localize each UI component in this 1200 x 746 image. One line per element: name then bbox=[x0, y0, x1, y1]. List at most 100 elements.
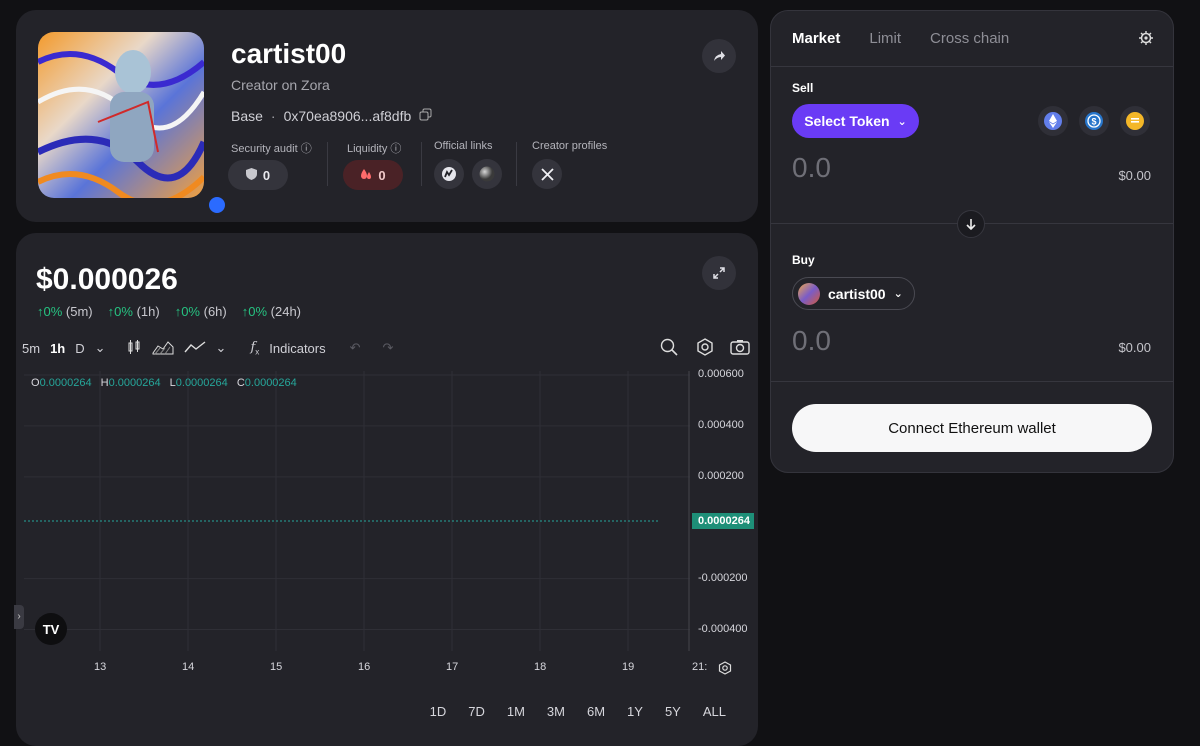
website-link-button[interactable] bbox=[434, 159, 464, 189]
copy-icon[interactable] bbox=[419, 108, 432, 124]
info-icon: ⓘ bbox=[390, 143, 402, 155]
eth-icon[interactable] bbox=[1038, 106, 1068, 136]
select-token-label: Select Token bbox=[804, 113, 890, 129]
liquidity-pill[interactable]: 0 bbox=[343, 160, 403, 190]
range-3m[interactable]: 3M bbox=[547, 704, 565, 719]
divider bbox=[771, 66, 1173, 67]
candles-icon[interactable] bbox=[126, 339, 142, 358]
security-audit-label: Security audit ⓘ bbox=[231, 143, 312, 155]
ohlc-close-value: 0.0000264 bbox=[244, 377, 297, 389]
sidebar-toggle-handle[interactable]: › bbox=[14, 605, 24, 629]
shield-icon bbox=[245, 167, 257, 183]
range-all[interactable]: ALL bbox=[703, 704, 726, 719]
share-icon bbox=[714, 51, 725, 61]
range-7d[interactable]: 7D bbox=[468, 704, 485, 719]
zora-orb-icon bbox=[479, 166, 495, 182]
buy-label: Buy bbox=[792, 253, 815, 267]
price-axis[interactable]: 0.000600 0.000400 0.000200 -0.000200 -0.0004… bbox=[692, 368, 758, 651]
droplets-icon bbox=[360, 168, 372, 183]
buy-token-selector[interactable]: cartist00 ⌄ bbox=[792, 277, 915, 310]
swap-panel: Market Limit Cross chain Sell Select Tok… bbox=[770, 10, 1174, 473]
ohlc-close-label: C bbox=[236, 377, 245, 389]
y-tick-label: -0.000400 bbox=[698, 622, 748, 635]
chevron-down-icon: ⌄ bbox=[897, 115, 907, 128]
divider bbox=[771, 381, 1173, 382]
zora-link-button[interactable] bbox=[472, 159, 502, 189]
chart-toolbar: 5m 1h D ⌄ ⌄ fx Indicators ↶ ↷ bbox=[22, 337, 752, 359]
interval-1h[interactable]: 1h bbox=[50, 341, 65, 356]
y-tick-label: 0.000400 bbox=[698, 418, 744, 431]
official-links-label: Official links bbox=[434, 140, 493, 152]
svg-text:$: $ bbox=[1091, 117, 1096, 127]
camera-icon[interactable] bbox=[730, 339, 750, 358]
zoom-icon[interactable] bbox=[660, 338, 678, 359]
range-1d[interactable]: 1D bbox=[430, 704, 447, 719]
creator-profiles-label: Creator profiles bbox=[532, 140, 608, 152]
area-chart-icon[interactable] bbox=[152, 339, 174, 358]
sell-amount-input[interactable]: 0.0 bbox=[792, 152, 831, 184]
change-24h: ↑0% (24h) bbox=[241, 304, 302, 319]
chain-address-row: Base · 0x70ea8906...af8dfb bbox=[231, 108, 432, 124]
buy-token-name: cartist00 bbox=[828, 285, 886, 302]
contract-address[interactable]: 0x70ea8906...af8dfb bbox=[284, 108, 412, 124]
x-tick-label: 19 bbox=[622, 661, 635, 673]
x-tick-label: 18 bbox=[534, 661, 547, 673]
time-axis[interactable]: 13 14 15 16 17 18 19 21: bbox=[24, 655, 758, 679]
select-token-button[interactable]: Select Token ⌄ bbox=[792, 104, 919, 138]
line-chart-icon[interactable] bbox=[183, 339, 206, 358]
divider bbox=[421, 142, 422, 186]
change-5m: ↑0% (5m) bbox=[37, 304, 93, 319]
share-button[interactable] bbox=[702, 39, 736, 73]
settings-hex-icon[interactable] bbox=[696, 337, 714, 359]
ohlc-low-value: 0.0000264 bbox=[175, 377, 228, 389]
interval-d[interactable]: D bbox=[75, 341, 84, 356]
range-5y[interactable]: 5Y bbox=[665, 704, 681, 719]
redo-icon[interactable]: ↷ bbox=[383, 340, 394, 356]
range-1y[interactable]: 1Y bbox=[627, 704, 643, 719]
liquidity-value: 0 bbox=[378, 167, 386, 183]
change-6h: ↑0% (6h) bbox=[174, 304, 227, 319]
change-1h: ↑0% (1h) bbox=[107, 304, 160, 319]
interval-5m[interactable]: 5m bbox=[22, 341, 40, 356]
swap-direction-button[interactable] bbox=[957, 210, 985, 238]
ohlc-legend: O0.0000264 H0.0000264 L0.0000264 C0.0000… bbox=[31, 377, 297, 389]
price-changes: ↑0% (5m) ↑0% (1h) ↑0% (6h) ↑0% (24h) bbox=[37, 304, 301, 319]
separator: · bbox=[270, 108, 276, 124]
sell-usd-value: $0.00 bbox=[1118, 168, 1151, 183]
tab-cross-chain[interactable]: Cross chain bbox=[930, 30, 1009, 47]
tradingview-logo[interactable]: TV bbox=[35, 613, 67, 645]
ohlc-open-label: O bbox=[31, 377, 40, 389]
undo-icon[interactable]: ↶ bbox=[350, 340, 361, 356]
expand-icon bbox=[713, 267, 725, 279]
tab-market[interactable]: Market bbox=[792, 30, 840, 47]
divider bbox=[516, 142, 517, 186]
expand-chart-button[interactable] bbox=[702, 256, 736, 290]
chevron-down-icon: ⌄ bbox=[893, 288, 903, 300]
indicators-button[interactable]: Indicators bbox=[269, 341, 325, 356]
y-tick-label: -0.000200 bbox=[698, 571, 748, 584]
sell-label: Sell bbox=[792, 81, 814, 95]
buy-usd-value: $0.00 bbox=[1118, 340, 1151, 355]
usdc-icon[interactable]: $ bbox=[1079, 106, 1109, 136]
arrow-down-icon bbox=[966, 219, 976, 230]
chevron-down-icon[interactable]: ⌄ bbox=[95, 340, 106, 356]
connect-wallet-button[interactable]: Connect Ethereum wallet bbox=[792, 404, 1152, 452]
tab-limit[interactable]: Limit bbox=[869, 30, 901, 47]
function-icon[interactable]: fx bbox=[250, 339, 259, 357]
chain-name: Base bbox=[231, 108, 263, 124]
buy-amount-input[interactable]: 0.0 bbox=[792, 325, 831, 357]
creator-subtitle: Creator on Zora bbox=[231, 77, 330, 93]
range-6m[interactable]: 6M bbox=[587, 704, 605, 719]
range-1m[interactable]: 1M bbox=[507, 704, 525, 719]
x-profile-button[interactable] bbox=[532, 159, 562, 189]
degen-icon[interactable] bbox=[1120, 106, 1150, 136]
chevron-down-icon[interactable]: ⌄ bbox=[216, 340, 227, 356]
creator-profile-card: cartist00 Creator on Zora Base · 0x70ea8… bbox=[16, 10, 758, 222]
time-range-selector: 1D 7D 1M 3M 6M 1Y 5Y ALL bbox=[430, 704, 726, 719]
x-tick-label: 14 bbox=[182, 661, 195, 673]
price-chart-plot[interactable] bbox=[24, 371, 690, 651]
security-audit-pill[interactable]: 0 bbox=[228, 160, 288, 190]
gear-icon[interactable] bbox=[1139, 31, 1153, 50]
axis-settings-icon[interactable] bbox=[718, 661, 732, 680]
divider bbox=[327, 142, 328, 186]
